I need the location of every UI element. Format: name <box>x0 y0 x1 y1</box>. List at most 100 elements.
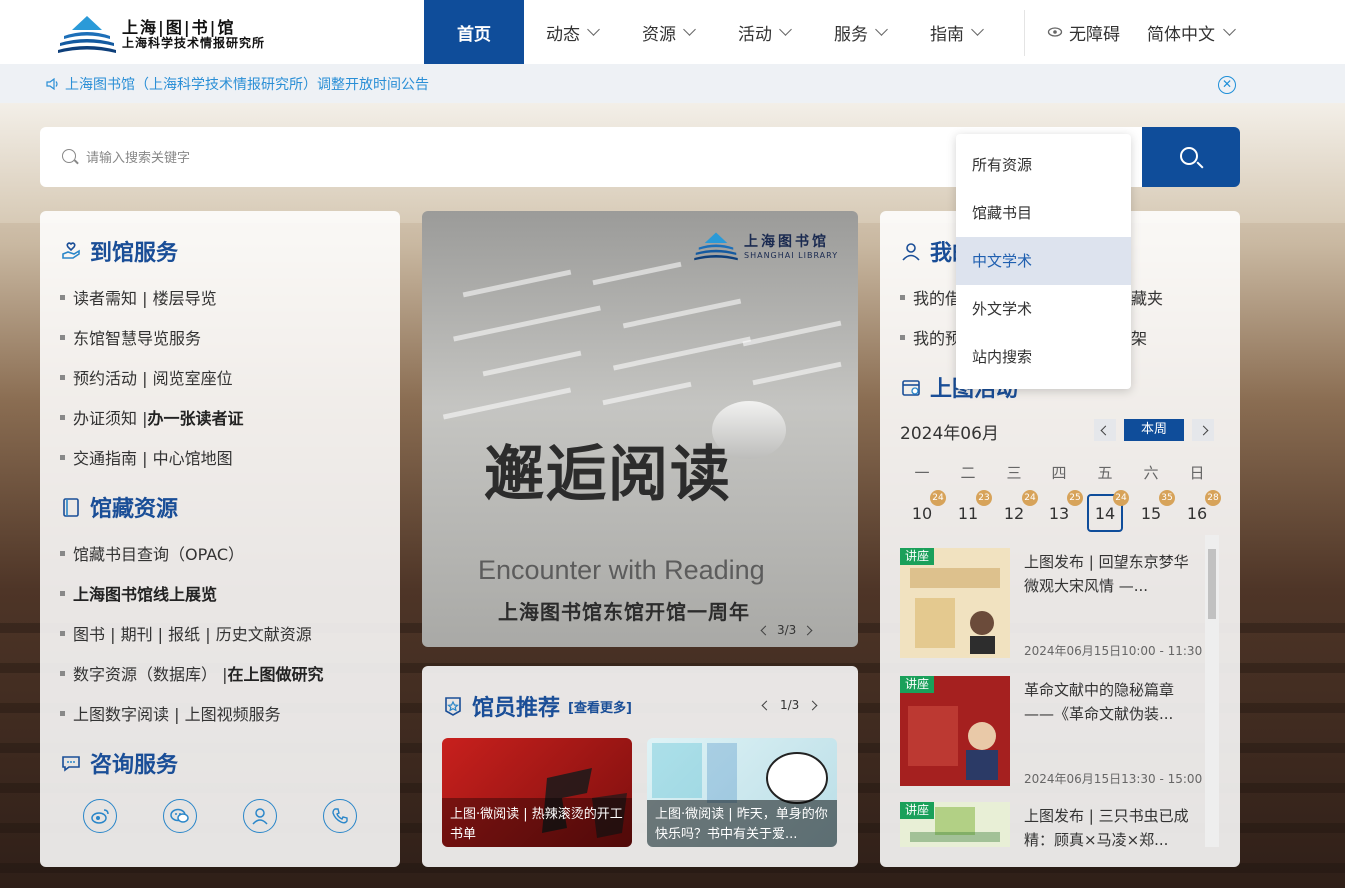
chevron-right-icon[interactable] <box>807 700 818 710</box>
scope-option-catalog[interactable]: 馆藏书目 <box>956 189 1131 237</box>
calendar-day[interactable]: 12 <box>996 504 1032 523</box>
section-title: 到馆服务 <box>90 241 179 266</box>
scope-option-all[interactable]: 所有资源 <box>956 141 1131 189</box>
event-item[interactable]: 讲座 上图发布 | 回望东京梦华 微观大宋风情 —... 2024年06月15日… <box>900 548 1202 658</box>
event-count-badge: 23 <box>976 490 992 506</box>
link-text-bold: 上海图书馆线上展览 <box>73 585 218 604</box>
list-item-tail[interactable]: 藏夹 <box>1131 285 1163 309</box>
calendar-next-button[interactable] <box>1192 419 1214 441</box>
card-caption: 上图·微阅读 | 昨天，单身的你快乐吗？书中有关于爱... <box>655 807 828 842</box>
search-button[interactable] <box>1142 127 1240 187</box>
chevron-left-icon[interactable] <box>761 700 772 710</box>
link-text-bold: 在上图做研究 <box>227 665 324 684</box>
calendar-weekday: 日 <box>1189 464 1205 482</box>
close-notice-icon[interactable]: ✕ <box>1218 76 1236 94</box>
bullet <box>60 374 65 380</box>
weibo-icon[interactable] <box>83 799 117 833</box>
wechat-icon[interactable] <box>163 799 197 833</box>
book-icon <box>63 498 79 517</box>
badge-star-icon <box>445 697 461 716</box>
nav-item-news[interactable]: 动态 <box>524 0 620 64</box>
nav-label: 动态 <box>546 24 580 45</box>
banner-subtitle-en: Encounter with Reading <box>478 555 765 585</box>
list-item-tail[interactable]: 架 <box>1131 325 1147 349</box>
link-text: 预约活动 | 阅览室座位 <box>73 369 233 388</box>
nav-item-activities[interactable]: 活动 <box>716 0 812 64</box>
hero-banner[interactable]: 上海图书馆 SHANGHAI LIBRARY 邂逅阅读 Encounter wi… <box>422 211 858 647</box>
nav-item-home[interactable]: 首页 <box>424 0 524 64</box>
consult-title: 咨询服务 <box>60 747 178 779</box>
nav-item-guide[interactable]: 指南 <box>908 0 1004 64</box>
calendar-icon <box>902 380 920 396</box>
view-more-link[interactable]: [查看更多] <box>568 697 632 716</box>
calendar-day[interactable]: 16 <box>1179 504 1215 523</box>
list-item[interactable]: 馆藏书目查询（OPAC） <box>60 541 244 565</box>
event-item[interactable]: 讲座 革命文献中的隐秘篇章——《革命文献伪装... 2024年06月15日13:… <box>900 676 1203 786</box>
main-nav: 首页 动态 资源 活动 服务 指南 <box>424 0 1004 64</box>
bullet <box>60 630 65 636</box>
link-text: 藏夹 <box>1131 289 1164 308</box>
notice-link[interactable]: 上海图书馆（上海科学技术情报研究所）调整开放时间公告 <box>46 74 429 94</box>
chevron-down-icon <box>875 23 888 36</box>
nav-item-services[interactable]: 服务 <box>812 0 908 64</box>
accessibility-link[interactable]: 无障碍 <box>1047 0 1120 64</box>
chevron-right-icon[interactable] <box>802 625 813 635</box>
calendar-prev-button[interactable] <box>1094 419 1116 441</box>
search-input[interactable] <box>86 146 936 168</box>
chevron-down-icon <box>587 23 600 36</box>
banner-subtitle-cn: 上海图书馆东馆开馆一周年 <box>498 600 750 624</box>
event-tag: 讲座 <box>900 676 935 693</box>
list-item[interactable]: 我的借 <box>900 285 961 309</box>
scope-option-site-search[interactable]: 站内搜索 <box>956 333 1131 381</box>
list-item[interactable]: 图书 | 期刊 | 报纸 | 历史文献资源 <box>60 621 312 645</box>
chevron-left-icon[interactable] <box>760 625 771 635</box>
list-item[interactable]: 读者需知 | 楼层导览 <box>60 285 217 309</box>
nav-item-resources[interactable]: 资源 <box>620 0 716 64</box>
calendar-day[interactable]: 10 <box>904 504 940 523</box>
link-text: 我的预 <box>913 329 962 348</box>
link-text: 数字资源（数据库） | <box>73 665 228 684</box>
this-week-button[interactable]: 本周 <box>1124 419 1184 441</box>
chevron-down-icon <box>1223 23 1236 36</box>
list-item[interactable]: 东馆智慧导览服务 <box>60 325 201 349</box>
list-item[interactable]: 数字资源（数据库） | 在上图做研究 <box>60 661 324 685</box>
calendar-day[interactable]: 15 <box>1133 504 1169 523</box>
bullet <box>60 550 65 556</box>
section-title: 咨询服务 <box>90 753 179 778</box>
recommend-card[interactable]: 上图·微阅读 | 热辣滚烫的开工书单 <box>442 738 632 847</box>
link-text: 上图数字阅读 | 上图视频服务 <box>73 705 281 724</box>
scrollbar-thumb[interactable] <box>1208 549 1216 619</box>
collection-title: 馆藏资源 <box>60 491 178 523</box>
search-icon <box>1180 147 1198 165</box>
scope-option-chinese-academic[interactable]: 中文学术 <box>956 237 1131 285</box>
list-item[interactable]: 办证须知 | 办一张读者证 <box>60 405 244 429</box>
scope-option-foreign-academic[interactable]: 外文学术 <box>956 285 1131 333</box>
service-agent-icon[interactable] <box>243 799 277 833</box>
recommend-card[interactable]: 上图·微阅读 | 昨天，单身的你快乐吗？书中有关于爱... <box>647 738 837 847</box>
speaker-icon <box>46 78 58 90</box>
list-item[interactable]: 我的预 <box>900 325 961 349</box>
nav-label: 服务 <box>834 24 868 45</box>
user-icon <box>902 243 920 261</box>
event-item[interactable]: 讲座 上图发布 | 三只书虫已成精：顾真×马凌×郑... <box>900 802 1200 847</box>
calendar-day[interactable]: 11 <box>950 504 986 523</box>
event-tag: 讲座 <box>900 802 935 819</box>
site-logo[interactable]: 上海|图|书|馆 上海科学技术情报研究所 <box>58 12 288 54</box>
phone-icon[interactable] <box>323 799 357 833</box>
nav-label: 资源 <box>642 24 676 45</box>
list-item[interactable]: 上海图书馆线上展览 <box>60 581 217 605</box>
list-item[interactable]: 交通指南 | 中心馆地图 <box>60 445 233 469</box>
event-title: 上图发布 | 回望东京梦华 微观大宋风情 —... <box>1024 553 1189 595</box>
event-count-badge: 24 <box>1022 490 1038 506</box>
events-scrollbar[interactable] <box>1205 535 1219 847</box>
language-label: 简体中文 <box>1147 24 1215 45</box>
event-time: 2024年06月15日13:30 - 15:00 <box>1024 772 1203 786</box>
nav-label: 活动 <box>738 24 772 45</box>
banner-page-indicator: 3/3 <box>777 623 797 637</box>
list-item[interactable]: 上图数字阅读 | 上图视频服务 <box>60 701 281 725</box>
calendar-weekday: 一 <box>914 464 930 482</box>
list-item[interactable]: 预约活动 | 阅览室座位 <box>60 365 233 389</box>
language-select[interactable]: 简体中文 <box>1147 0 1236 64</box>
event-count-badge: 25 <box>1067 490 1083 506</box>
calendar-day[interactable]: 13 <box>1041 504 1077 523</box>
